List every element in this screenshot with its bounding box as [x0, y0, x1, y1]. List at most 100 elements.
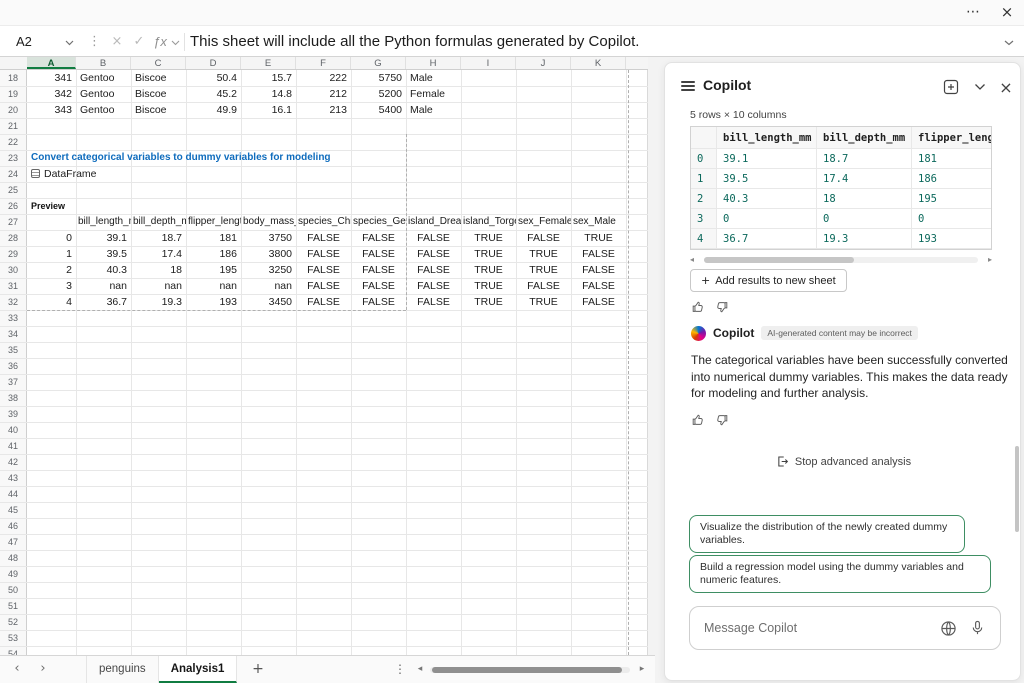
- row-header-47[interactable]: 47: [0, 534, 26, 550]
- row-header-21[interactable]: 21: [0, 118, 26, 134]
- copilot-close-icon[interactable]: ×: [995, 76, 1017, 98]
- sheet-nav-right-icon[interactable]: ›: [32, 656, 54, 683]
- row-header-35[interactable]: 35: [0, 342, 26, 358]
- cell-F30[interactable]: FALSE: [296, 262, 351, 278]
- insert-function-icon[interactable]: ƒx: [150, 30, 170, 54]
- cell-F20[interactable]: 213: [296, 102, 351, 118]
- cell-G27[interactable]: species_Gentoo: [351, 214, 406, 230]
- new-chat-icon[interactable]: [940, 76, 962, 98]
- table-hscroll-thumb[interactable]: [704, 257, 854, 263]
- cell-F29[interactable]: FALSE: [296, 246, 351, 262]
- column-header-G[interactable]: G: [351, 57, 406, 69]
- cell-I27[interactable]: island_Torgersen: [461, 214, 516, 230]
- tabbar-more-icon[interactable]: ⋮: [390, 656, 410, 683]
- thumbs-up-icon[interactable]: [691, 300, 705, 314]
- cell-B30[interactable]: 40.3: [76, 262, 131, 278]
- window-close-icon[interactable]: ×: [992, 0, 1022, 25]
- row-header-42[interactable]: 42: [0, 454, 26, 470]
- cell-B28[interactable]: 39.1: [76, 230, 131, 246]
- cell-H18[interactable]: Male: [406, 70, 461, 86]
- row-header-18[interactable]: 18: [0, 70, 26, 86]
- column-header-E[interactable]: E: [241, 57, 296, 69]
- row-header-24[interactable]: 24: [0, 166, 26, 182]
- cell-H29[interactable]: FALSE: [406, 246, 461, 262]
- row-header-52[interactable]: 52: [0, 614, 26, 630]
- row-header-31[interactable]: 31: [0, 278, 26, 294]
- function-chevron-icon[interactable]: [171, 40, 180, 46]
- cell-D30[interactable]: 195: [186, 262, 241, 278]
- row-header-33[interactable]: 33: [0, 310, 26, 326]
- row-header-39[interactable]: 39: [0, 406, 26, 422]
- cell-D20[interactable]: 49.9: [186, 102, 241, 118]
- cell-G29[interactable]: FALSE: [351, 246, 406, 262]
- cell-G32[interactable]: FALSE: [351, 294, 406, 310]
- cell-J28[interactable]: FALSE: [516, 230, 571, 246]
- cell-D18[interactable]: 50.4: [186, 70, 241, 86]
- cell-E30[interactable]: 3250: [241, 262, 296, 278]
- table-scroll-left-icon[interactable]: ◂: [690, 255, 694, 265]
- row-header-45[interactable]: 45: [0, 502, 26, 518]
- row-header-48[interactable]: 48: [0, 550, 26, 566]
- row-header-32[interactable]: 32: [0, 294, 26, 310]
- cell-A18[interactable]: 341: [27, 70, 76, 86]
- table-scroll-right-icon[interactable]: ▸: [988, 255, 992, 265]
- row-header-25[interactable]: 25: [0, 182, 26, 198]
- cell-A20[interactable]: 343: [27, 102, 76, 118]
- suggestion-chip-1[interactable]: Visualize the distribution of the newly …: [689, 515, 965, 553]
- cell-B20[interactable]: Gentoo: [76, 102, 131, 118]
- copilot-message-input[interactable]: [704, 608, 924, 648]
- cell-J31[interactable]: FALSE: [516, 278, 571, 294]
- hscroll-left-arrow-icon[interactable]: ◂: [412, 656, 428, 683]
- cell-A23[interactable]: Convert categorical variables to dummy v…: [27, 150, 467, 166]
- cell-B27[interactable]: bill_length_mm: [76, 214, 131, 230]
- row-header-40[interactable]: 40: [0, 422, 26, 438]
- cell-G30[interactable]: FALSE: [351, 262, 406, 278]
- cell-A24[interactable]: DataFrame: [27, 166, 167, 182]
- cell-J30[interactable]: TRUE: [516, 262, 571, 278]
- cell-A30[interactable]: 2: [27, 262, 76, 278]
- window-more-icon[interactable]: ⋯: [958, 0, 988, 25]
- row-header-26[interactable]: 26: [0, 198, 26, 214]
- sheet-tab-penguins[interactable]: penguins: [86, 656, 159, 683]
- row-header-34[interactable]: 34: [0, 326, 26, 342]
- cell-F28[interactable]: FALSE: [296, 230, 351, 246]
- cell-F32[interactable]: FALSE: [296, 294, 351, 310]
- expand-formula-bar-icon[interactable]: [1004, 40, 1014, 46]
- add-results-button[interactable]: +Add results to new sheet: [690, 269, 847, 292]
- cell-I28[interactable]: TRUE: [461, 230, 516, 246]
- cell-A28[interactable]: 0: [27, 230, 76, 246]
- collapse-pane-chevron-icon[interactable]: [969, 76, 991, 98]
- confirm-entry-icon[interactable]: ✓: [128, 30, 150, 54]
- cell-F19[interactable]: 212: [296, 86, 351, 102]
- table-horizontal-scrollbar[interactable]: ◂ ▸: [690, 255, 992, 265]
- cell-I29[interactable]: TRUE: [461, 246, 516, 262]
- cell-H31[interactable]: FALSE: [406, 278, 461, 294]
- row-header-46[interactable]: 46: [0, 518, 26, 534]
- column-header-J[interactable]: J: [516, 57, 571, 69]
- cell-J29[interactable]: TRUE: [516, 246, 571, 262]
- cell-J32[interactable]: TRUE: [516, 294, 571, 310]
- cell-D28[interactable]: 181: [186, 230, 241, 246]
- cell-E31[interactable]: nan: [241, 278, 296, 294]
- cell-C32[interactable]: 19.3: [131, 294, 186, 310]
- cell-E29[interactable]: 3800: [241, 246, 296, 262]
- cell-A31[interactable]: 3: [27, 278, 76, 294]
- cell-A26[interactable]: Preview: [27, 198, 76, 214]
- cell-E20[interactable]: 16.1: [241, 102, 296, 118]
- thumbs-down-icon[interactable]: [715, 300, 729, 314]
- column-header-K[interactable]: K: [571, 57, 626, 69]
- cell-B29[interactable]: 39.5: [76, 246, 131, 262]
- cancel-entry-icon[interactable]: ×: [106, 30, 128, 54]
- row-header-23[interactable]: 23: [0, 150, 26, 166]
- cell-D19[interactable]: 45.2: [186, 86, 241, 102]
- cell-D32[interactable]: 193: [186, 294, 241, 310]
- name-box[interactable]: A2: [4, 30, 82, 54]
- cell-C29[interactable]: 17.4: [131, 246, 186, 262]
- column-header-H[interactable]: H: [406, 57, 461, 69]
- cell-C18[interactable]: Biscoe: [131, 70, 186, 86]
- row-header-50[interactable]: 50: [0, 582, 26, 598]
- cell-I32[interactable]: TRUE: [461, 294, 516, 310]
- column-header-C[interactable]: C: [131, 57, 186, 69]
- sheet-nav-left-icon[interactable]: ‹: [6, 656, 28, 683]
- thumbs-up-icon[interactable]: [691, 413, 705, 427]
